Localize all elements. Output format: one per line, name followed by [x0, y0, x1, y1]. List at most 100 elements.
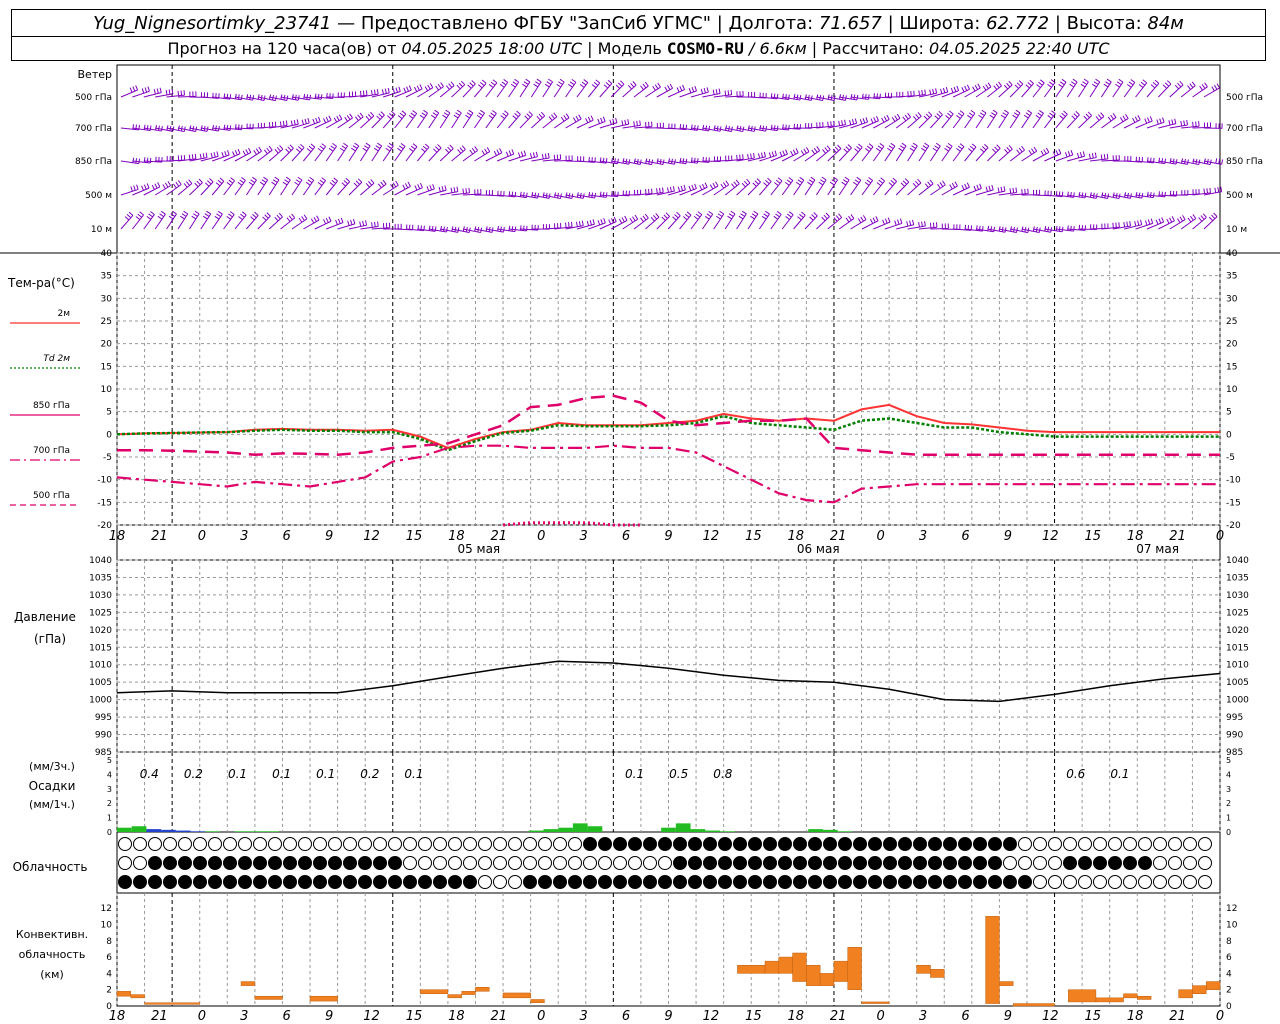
pres-title: Давление [14, 610, 76, 624]
wind-barb-feather [205, 182, 210, 187]
temp-tick-right: 15 [1226, 362, 1237, 372]
wind-barb-feather [991, 112, 996, 116]
wind-barb-feather [274, 216, 279, 222]
wind-barb-feather [429, 83, 434, 88]
wind-barb-feather [816, 146, 821, 151]
wind-barb-feather [514, 78, 519, 83]
wind-barb-feather [1064, 152, 1068, 158]
cloud-symbol [448, 837, 462, 851]
wind-barb-feather [888, 182, 894, 187]
wind-barb-feather [1100, 112, 1105, 117]
wind-barb-feather [229, 211, 235, 215]
wind-barb-feather [272, 179, 278, 183]
wind-barb-feather [657, 82, 661, 88]
cloud-symbol [748, 856, 762, 870]
wind-barb-feather [716, 215, 721, 220]
wind-barb-feather [347, 220, 350, 226]
wind-barb-feather [900, 182, 905, 187]
cloud-symbol [268, 837, 282, 851]
wind-barb-feather [1168, 120, 1171, 126]
axis-hour-label-bottom: 6 [961, 1009, 969, 1024]
wind-barb-shaft [827, 179, 838, 196]
wind-barb-feather [934, 115, 939, 120]
cloud-symbol [448, 856, 462, 870]
wind-barb-feather [522, 83, 527, 88]
cloud-symbol [1018, 856, 1032, 870]
wind-barb-feather [1172, 158, 1175, 164]
cloud-symbol [163, 856, 177, 870]
cloud-symbol [628, 875, 642, 889]
conv-tick-right: 8 [1226, 937, 1232, 947]
wind-barb-feather [1103, 154, 1106, 160]
cloud-symbol [283, 856, 297, 870]
wind-barb-feather [446, 226, 448, 233]
wind-barb-feather [274, 176, 280, 181]
wind-barb-feather [478, 112, 484, 117]
cloud-symbol [133, 837, 147, 851]
wind-barb-feather [679, 86, 683, 92]
wind-barb-feather [961, 87, 965, 93]
wind-barb-feather [490, 112, 495, 117]
wind-barb-feather [682, 158, 685, 164]
precip-total: 0.1 [404, 767, 423, 781]
wind-barb-feather [727, 90, 730, 96]
wind-barb-feather [892, 177, 897, 182]
wind-barb-feather [627, 84, 632, 90]
cloud-symbol [1033, 856, 1047, 870]
wind-barb-feather [886, 114, 890, 120]
wind-barb-feather [1199, 85, 1203, 91]
axis-hour-label-bottom: 9 [325, 1009, 333, 1024]
wind-barb-feather [480, 109, 485, 114]
cloud-symbol [418, 837, 432, 851]
wind-barb-feather [1146, 191, 1149, 197]
wind-barb-feather [865, 148, 870, 152]
wind-barb-feather [354, 116, 359, 121]
wind-barb-feather [514, 113, 519, 118]
wind-barb-shaft [291, 179, 303, 196]
wind-barb-feather [1214, 187, 1217, 193]
cloud-symbol [1078, 875, 1092, 889]
wind-barb-feather [255, 148, 260, 154]
wind-barb-feather [1084, 192, 1087, 199]
wind-barb-feather [624, 119, 627, 125]
wind-barb-feather [914, 180, 920, 186]
axis-hour-label-bottom: 3 [240, 1009, 248, 1024]
wind-barb-feather [368, 181, 373, 186]
wind-barb-feather [904, 178, 910, 183]
axis-hour-label-bottom: 0 [198, 1009, 206, 1024]
wind-barb-feather [237, 148, 241, 154]
wind-barb-shaft [200, 213, 212, 230]
wind-barb-feather [1211, 214, 1216, 220]
wind-barb-feather [851, 119, 855, 125]
wind-barb-feather [344, 116, 348, 122]
wind-barb-feather [352, 145, 358, 149]
wind-barb-feather [807, 181, 812, 186]
wind-barb-feather [508, 225, 511, 231]
wind-barb-feather [437, 144, 442, 149]
axis-hour-label-bottom: 3 [580, 1009, 588, 1024]
wind-barb-feather [944, 147, 949, 152]
wind-barb-feather [1016, 82, 1022, 87]
wind-barb-feather [795, 181, 801, 186]
wind-barb-shaft [542, 81, 553, 98]
cloud-symbol [943, 875, 957, 889]
wind-barb-feather [307, 117, 310, 124]
wind-barb-feather [782, 124, 784, 130]
wind-barb-feather [799, 95, 802, 101]
wind-barb-feather [833, 120, 835, 126]
wind-barb-feather [428, 225, 431, 231]
wind-barb-feather [870, 118, 874, 124]
pres-tick-left: 1015 [89, 643, 112, 653]
wind-barb-feather [223, 124, 226, 130]
wind-barb-feather [349, 113, 353, 119]
wind-barb-feather [1175, 159, 1178, 165]
cloud-symbol [1018, 875, 1032, 889]
wind-barb-feather [845, 146, 850, 151]
wind-barb-shaft [280, 179, 291, 196]
wind-barb-feather [697, 211, 703, 215]
wind-barb-feather [845, 217, 850, 223]
wind-barb-feather [586, 220, 590, 226]
wind-barb-feather [290, 120, 293, 126]
wind-barb-feather [1002, 112, 1008, 116]
wind-barb-feather [533, 83, 539, 88]
